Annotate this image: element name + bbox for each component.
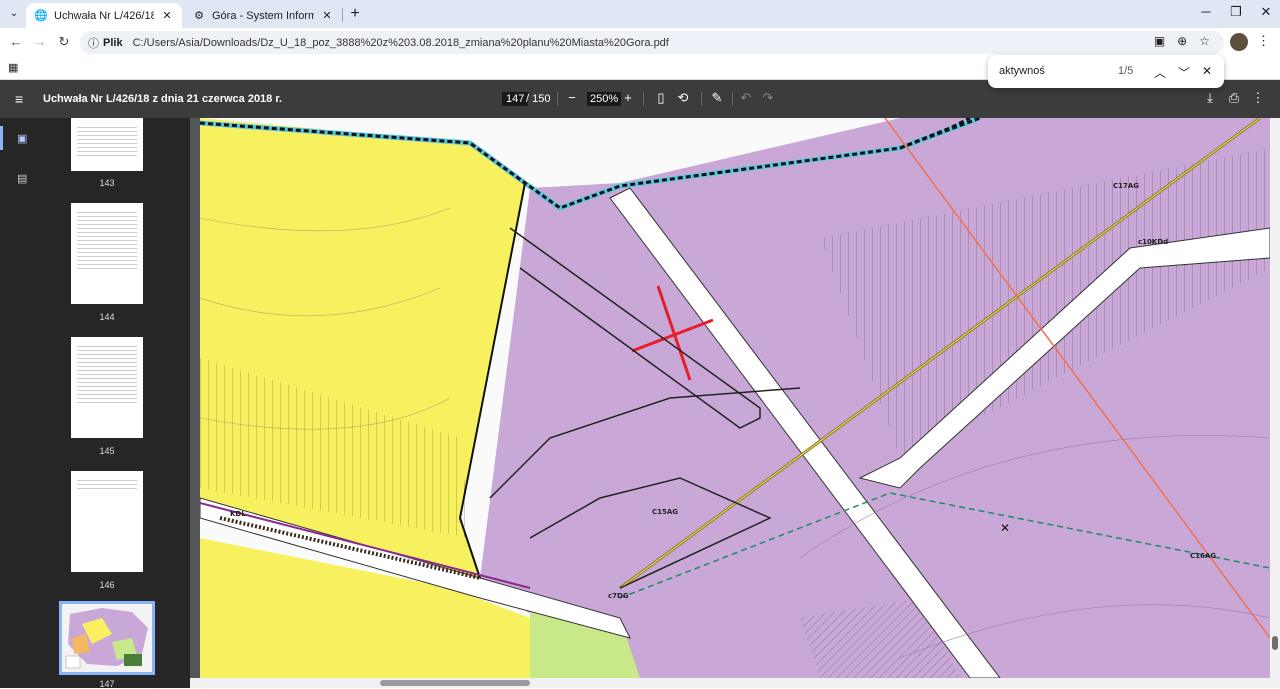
page-thumbnail[interactable]: [71, 337, 143, 438]
avatar[interactable]: [1230, 33, 1248, 51]
page-thumbnail[interactable]: [71, 471, 143, 572]
address-bar[interactable]: ⓘ Plik C:/Users/Asia/Downloads/Dz_U_18_p…: [80, 31, 1224, 54]
hamburger-icon[interactable]: ≡: [15, 91, 23, 107]
horizontal-scrollbar[interactable]: [190, 678, 1280, 688]
map-site-icon: ⚙: [194, 9, 204, 22]
tab-strip: ⌄ 🌐 Uchwała Nr L/426/18 z dnia 21 ✕ ⚙ Gó…: [0, 0, 1280, 28]
document-title: Uchwała Nr L/426/18 z dnia 21 czerwca 20…: [43, 93, 283, 105]
zoom-input[interactable]: 250%: [587, 92, 622, 106]
restore-icon[interactable]: ❐: [1226, 4, 1246, 20]
fit-page-icon[interactable]: ▯: [653, 90, 669, 106]
reload-icon[interactable]: ↻: [56, 34, 72, 50]
divider: [732, 92, 733, 106]
rotate-icon[interactable]: ⟲: [675, 90, 691, 106]
close-window-icon[interactable]: ✕: [1256, 4, 1276, 20]
more-options-icon[interactable]: ⋮: [1250, 90, 1266, 106]
minimize-icon[interactable]: ─: [1196, 4, 1216, 19]
zoning-map[interactable]: ✕ C17AG c10KDd C15AG C16AG c7DG KDL: [200, 118, 1270, 678]
info-icon[interactable]: ⓘ: [88, 35, 99, 51]
page-number-input[interactable]: 147: [502, 92, 529, 106]
tab-divider: [342, 8, 343, 22]
page-thumbnail[interactable]: [71, 118, 143, 171]
active-indicator: [0, 126, 3, 150]
print-icon[interactable]: ⎙: [1226, 90, 1242, 106]
tab-title: Uchwała Nr L/426/18 z dnia 21: [54, 9, 154, 22]
close-tab-icon[interactable]: ✕: [320, 9, 334, 22]
thumbnail-sidebar: ▣ ▤ 143 144 145 146 147: [0, 118, 190, 689]
zoom-in-icon[interactable]: +: [620, 90, 636, 105]
outline-view-icon[interactable]: ▤: [17, 172, 27, 185]
vertical-scrollbar[interactable]: [1270, 118, 1280, 678]
undo-icon[interactable]: ↶: [738, 90, 754, 106]
redo-icon[interactable]: ↷: [760, 90, 776, 106]
annotate-icon[interactable]: ✎: [709, 90, 725, 106]
pdf-viewer[interactable]: ✕ C17AG c10KDd C15AG C16AG c7DG KDL: [190, 118, 1280, 688]
find-count: 1/5: [1118, 65, 1134, 77]
thumbnail-label: 145: [99, 446, 115, 456]
map-label-c7dg: c7DG: [608, 592, 629, 600]
map-label-c10kdd: c10KDd: [1138, 238, 1168, 246]
zoom-icon[interactable]: ⊕: [1177, 34, 1187, 48]
find-previous-icon[interactable]: ︿: [1153, 64, 1167, 81]
page-total: / 150: [526, 93, 551, 105]
scroll-thumb[interactable]: [1272, 636, 1278, 650]
tab-map-site[interactable]: ⚙ Góra - System Informacji Przest ✕: [184, 3, 342, 28]
map-label-c16ag: C16AG: [1190, 552, 1216, 560]
tab-pdf[interactable]: 🌐 Uchwała Nr L/426/18 z dnia 21 ✕: [26, 3, 182, 28]
divider: [701, 92, 702, 106]
page-thumbnail[interactable]: [71, 203, 143, 304]
back-icon[interactable]: ←: [8, 34, 24, 50]
thumbnail-label: 144: [99, 312, 115, 322]
tab-title: Góra - System Informacji Przest: [212, 9, 314, 22]
scroll-thumb[interactable]: [380, 680, 530, 686]
apps-grid-icon[interactable]: ▦: [8, 61, 18, 74]
map-label-c17ag: C17AG: [1113, 182, 1139, 190]
page-thumbnail-active[interactable]: [59, 601, 155, 675]
scheme-label: Plik: [103, 36, 123, 49]
globe-icon: 🌐: [34, 9, 48, 22]
map-label-c15ag: C15AG: [652, 508, 678, 516]
browser-toolbar: ← → ↻ ⓘ Plik C:/Users/Asia/Downloads/Dz_…: [0, 28, 1280, 56]
find-close-icon[interactable]: ✕: [1200, 64, 1214, 78]
zoom-out-icon[interactable]: −: [564, 90, 580, 105]
map-label-kdl: KDL: [230, 510, 246, 518]
thumbnails-view-icon[interactable]: ▣: [17, 132, 27, 145]
bookmark-star-icon[interactable]: ☆: [1199, 34, 1210, 48]
pdf-reader-icon[interactable]: ▣: [1154, 34, 1165, 48]
find-next-icon[interactable]: ﹀: [1177, 64, 1191, 81]
browser-menu-icon[interactable]: ⋮: [1257, 33, 1270, 49]
find-bar: aktywnoś 1/5 ︿ ﹀ ✕: [988, 55, 1224, 88]
divider: [557, 92, 558, 106]
divider: [643, 92, 644, 106]
thumbnail-label: 143: [99, 178, 115, 188]
tab-search-chevron-icon[interactable]: ⌄: [6, 6, 22, 22]
find-input[interactable]: aktywnoś: [999, 65, 1045, 77]
new-tab-icon[interactable]: +: [346, 4, 364, 24]
thumbnail-label: 146: [99, 580, 115, 590]
close-tab-icon[interactable]: ✕: [160, 9, 174, 22]
download-icon[interactable]: ⤓: [1202, 90, 1218, 106]
x-marker-icon: ✕: [1000, 521, 1010, 535]
forward-icon[interactable]: →: [32, 34, 48, 50]
url-text[interactable]: C:/Users/Asia/Downloads/Dz_U_18_poz_3888…: [133, 37, 669, 49]
